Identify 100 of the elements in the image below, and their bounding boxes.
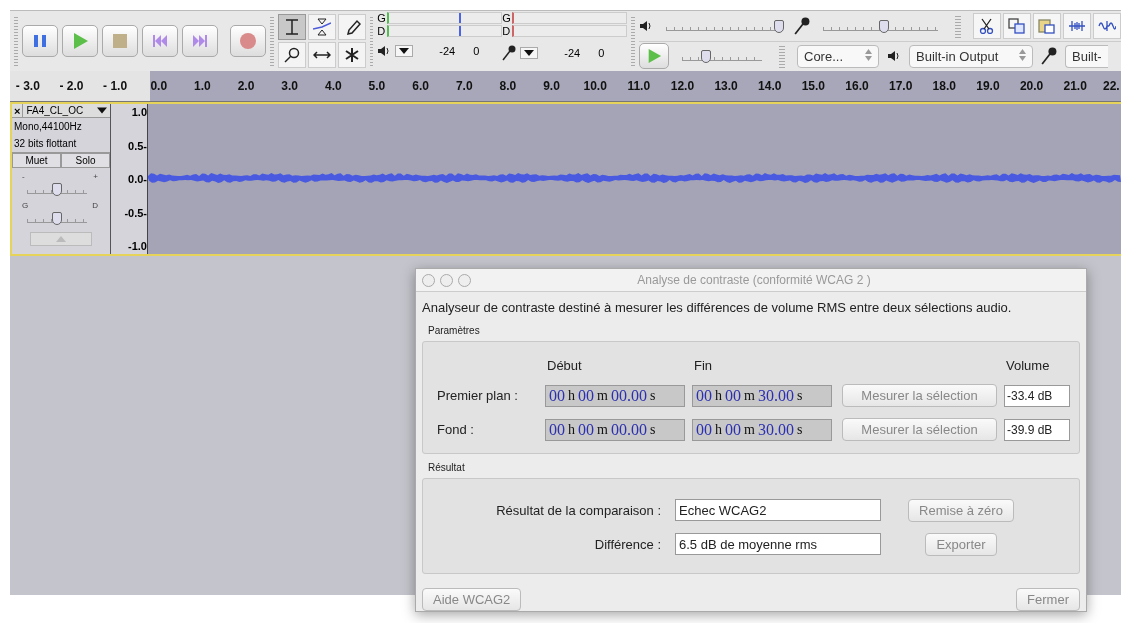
- dropdown-button[interactable]: [520, 47, 539, 59]
- zoom-tool[interactable]: [277, 42, 306, 68]
- amplitude-label: -0.5-: [124, 206, 147, 219]
- pause-button[interactable]: [21, 25, 58, 57]
- envelope-tool[interactable]: [307, 14, 336, 40]
- ruler-label: 20.0: [1018, 79, 1045, 93]
- output-device-select[interactable]: Built-in Output: [909, 44, 1033, 68]
- scissors-icon: [978, 17, 996, 34]
- ruler-label: 3.0: [280, 79, 299, 93]
- stop-icon: [110, 32, 129, 50]
- result-field[interactable]: 6.5 dB de moyenne rms: [675, 533, 881, 555]
- skip-start-icon: [150, 32, 169, 50]
- ruler-label: 7.0: [454, 79, 474, 93]
- stepper-icon: [1019, 48, 1026, 61]
- ruler-label: 2.0: [236, 79, 256, 93]
- ibeam-tool[interactable]: [277, 14, 306, 40]
- ruler-label: 8.0: [498, 79, 518, 93]
- window-zoom-icon[interactable]: [458, 273, 471, 287]
- record-icon: [238, 32, 257, 50]
- timeline-ruler[interactable]: - 3.0 - 2.0 - 1.0 0.0 1.0 2.0 3.0 4.0 5.0 6.0 7.0 8.0 9.0 10.0 11.0 12.0 13.0 14.0 15.0 16.0 17.0 18.0 19.0 20.0 21.0 22.: [10, 71, 1121, 102]
- record-button[interactable]: [229, 25, 266, 57]
- track-menu-button[interactable]: FA4_CL_OC: [23, 104, 110, 117]
- meter-tick: 0: [598, 47, 605, 59]
- time-field[interactable]: 00 h 00 m 00.00 s: [545, 384, 685, 407]
- amplitude-label: 0.0-: [128, 173, 147, 185]
- slider-min-label: -: [22, 172, 25, 181]
- stepper-icon: [865, 48, 872, 61]
- magnifier-icon: [282, 46, 301, 64]
- skip-start-button[interactable]: [141, 25, 178, 57]
- ruler-label: - 1.0: [102, 79, 129, 93]
- window-minimize-icon[interactable]: [440, 273, 453, 287]
- ruler-label: 13.0: [713, 79, 739, 93]
- trim-button[interactable]: [1063, 12, 1091, 39]
- row-label: Premier plan :: [436, 388, 519, 403]
- cut-button[interactable]: [973, 12, 1001, 39]
- amplitude-label: -1.0: [128, 240, 147, 252]
- microphone-icon: [502, 45, 517, 61]
- window-title: Analyse de contraste (conformité WCAG 2 ): [636, 273, 872, 287]
- group-title: Paramètres: [427, 324, 481, 338]
- volume-field[interactable]: -33.4 dB: [1004, 384, 1070, 407]
- ruler-label: - 2.0: [58, 79, 85, 93]
- play-icon: [646, 48, 662, 65]
- silence-button[interactable]: [1093, 12, 1121, 39]
- group-title: Résultat: [427, 461, 466, 475]
- dropdown-button[interactable]: [395, 45, 414, 57]
- field-label: Résultat de la comparaison :: [495, 502, 662, 518]
- paste-button[interactable]: [1033, 12, 1061, 39]
- ruler-label: 14.0: [757, 79, 783, 93]
- ruler-label: 21.0: [1062, 79, 1088, 93]
- time-field[interactable]: 00 h 00 m 30.00 s: [692, 384, 832, 407]
- ruler-label: 18.0: [931, 79, 957, 93]
- ruler-label: 15.0: [800, 79, 827, 93]
- copy-icon: [1008, 17, 1026, 34]
- close-track-button[interactable]: ×: [12, 104, 24, 117]
- volume-field[interactable]: -39.9 dB: [1004, 418, 1070, 441]
- ruler-label: 16.0: [844, 79, 870, 93]
- ruler-label: 22.: [1102, 79, 1120, 93]
- column-header: Volume: [1005, 358, 1051, 373]
- window-close-icon[interactable]: [422, 273, 435, 287]
- ruler-label: 12.0: [669, 79, 696, 93]
- caret-icon: [97, 107, 107, 114]
- skip-end-icon: [190, 32, 209, 50]
- ruler-label: 5.0: [367, 79, 387, 93]
- channel-label: G: [377, 11, 387, 24]
- column-header: Fin: [693, 358, 714, 373]
- time-field[interactable]: 00 h 00 m 30.00 s: [692, 418, 832, 441]
- caret-icon: [524, 50, 535, 56]
- slider-min-label: G: [22, 201, 29, 210]
- amplitude-label: 0.5-: [128, 139, 147, 152]
- caret-icon: [399, 48, 410, 54]
- ruler-label: 10.0: [582, 79, 608, 93]
- channel-label: G: [502, 11, 512, 24]
- amplitude-label: 1.0: [131, 106, 147, 118]
- ruler-label: 11.0: [626, 79, 652, 93]
- multi-tool[interactable]: [337, 42, 366, 68]
- meter-tick: -24: [439, 45, 456, 57]
- track-toggle-button[interactable]: Solo: [61, 153, 110, 168]
- stop-button[interactable]: [101, 25, 138, 57]
- channel-label: D: [502, 24, 512, 37]
- microphone-icon: [794, 15, 810, 36]
- slider-max-label: +: [93, 172, 98, 181]
- meter-tick: -24: [564, 47, 581, 59]
- play-button[interactable]: [61, 25, 98, 57]
- time-field[interactable]: 00 h 00 m 00.00 s: [545, 418, 685, 441]
- speaker-icon: [887, 50, 901, 63]
- result-field[interactable]: Echec WCAG2: [675, 499, 881, 521]
- field-label: Différence :: [593, 536, 662, 552]
- ruler-label: 19.0: [975, 79, 1001, 93]
- track-toggle-button[interactable]: Muet: [12, 153, 61, 168]
- input-device-select[interactable]: Built-: [1065, 44, 1108, 68]
- play-at-speed-button[interactable]: [639, 43, 669, 70]
- timeshift-tool[interactable]: [307, 42, 336, 68]
- ruler-label: 17.0: [887, 79, 914, 93]
- host-device-select[interactable]: Core...: [797, 44, 879, 68]
- ruler-label: 6.0: [411, 79, 430, 93]
- skip-end-button[interactable]: [181, 25, 218, 57]
- speaker-icon: [377, 45, 392, 57]
- slider-max-label: D: [92, 201, 98, 210]
- copy-button[interactable]: [1003, 12, 1031, 39]
- pencil-tool[interactable]: [337, 14, 366, 40]
